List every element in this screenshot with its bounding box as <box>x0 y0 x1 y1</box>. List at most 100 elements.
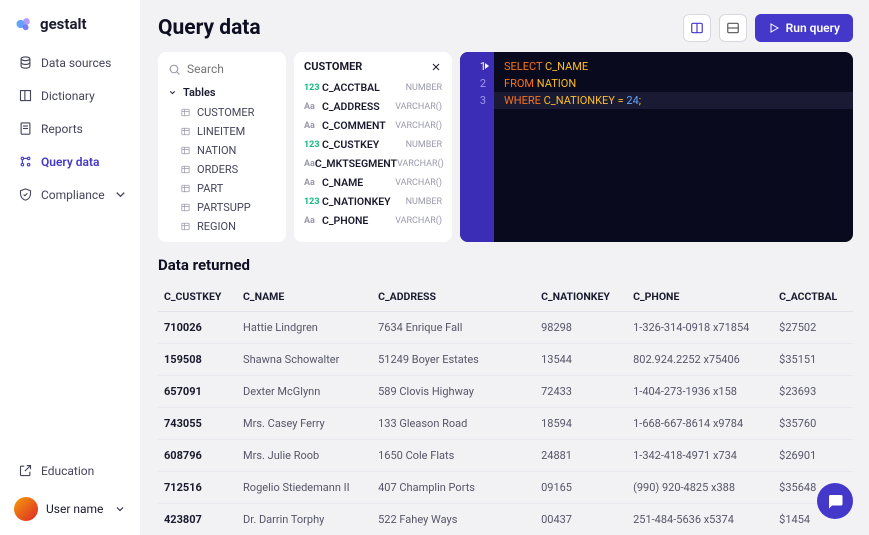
table-item[interactable]: REGION <box>158 217 286 236</box>
table-icon <box>180 126 191 137</box>
table-item[interactable]: CUSTOMER <box>158 103 286 122</box>
table-item[interactable]: LINEITEM <box>158 122 286 141</box>
cell: 00437 <box>535 504 627 535</box>
table-row[interactable]: 608796Mrs. Julie Roob1650 Cole Flats2488… <box>158 440 853 472</box>
column-row[interactable]: 123C_CUSTKEYNUMBER <box>294 135 452 154</box>
table-name: REGION <box>197 220 236 233</box>
results-table: C_CUSTKEY C_NAME C_ADDRESS C_NATIONKEY C… <box>158 282 853 535</box>
column-name: C_PHONE <box>322 214 395 227</box>
chat-fab[interactable] <box>817 483 853 519</box>
layout-split-button[interactable] <box>683 14 711 42</box>
table-icon <box>180 107 191 118</box>
cell: 251-484-5636 x5374 <box>627 504 773 535</box>
cell: 98298 <box>535 312 627 344</box>
cell: 608796 <box>158 440 237 472</box>
cell: 1-668-667-8614 x9784 <box>627 408 773 440</box>
user-name: User name <box>46 502 103 516</box>
nav-label: Query data <box>41 155 99 169</box>
code-area[interactable]: SELECT C_NAME FROM NATION WHERE C_NATION… <box>494 52 853 242</box>
user-menu[interactable]: User name <box>10 489 130 521</box>
cell: 710026 <box>158 312 237 344</box>
sql-keyword: WHERE <box>504 94 541 107</box>
shield-icon <box>18 187 33 202</box>
button-label: Run query <box>786 21 840 35</box>
line-gutter: 1 2 3 <box>460 52 494 242</box>
cell: $35760 <box>773 408 853 440</box>
cell: 802.924.2252 x75406 <box>627 344 773 376</box>
columns-header: CUSTOMER <box>294 58 452 78</box>
cell: $27502 <box>773 312 853 344</box>
column-name: C_MKTSEGMENT <box>315 157 397 170</box>
close-icon[interactable] <box>430 61 442 73</box>
type-icon: Aa <box>304 102 322 112</box>
table-item[interactable]: ORDERS <box>158 160 286 179</box>
line-number: 2 <box>468 75 486 92</box>
data-returned-heading: Data returned <box>158 256 853 274</box>
tables-tree-toggle[interactable]: Tables <box>158 82 286 103</box>
col-header[interactable]: C_NATIONKEY <box>535 282 627 312</box>
line-number: 1 <box>468 58 486 75</box>
table-item[interactable]: PART <box>158 179 286 198</box>
col-header[interactable]: C_PHONE <box>627 282 773 312</box>
column-name: C_ADDRESS <box>322 100 395 113</box>
column-row[interactable]: 123C_ACCTBALNUMBER <box>294 78 452 97</box>
cell: 1-342-418-4971 x734 <box>627 440 773 472</box>
selected-table-name: CUSTOMER <box>304 60 362 73</box>
table-row[interactable]: 710026Hattie Lindgren7634 Enrique Fall98… <box>158 312 853 344</box>
column-row[interactable]: AaC_MKTSEGMENTVARCHAR() <box>294 154 452 173</box>
col-header[interactable]: C_ADDRESS <box>372 282 535 312</box>
document-icon <box>18 121 33 136</box>
nav-dictionary[interactable]: Dictionary <box>10 81 130 110</box>
cell: 1-326-314-0918 x71854 <box>627 312 773 344</box>
chevron-down-icon <box>113 187 128 202</box>
cell: $26901 <box>773 440 853 472</box>
nav-label: Data sources <box>41 56 111 70</box>
results-scroll[interactable]: C_CUSTKEY C_NAME C_ADDRESS C_NATIONKEY C… <box>158 282 853 535</box>
column-row[interactable]: AaC_PHONEVARCHAR() <box>294 211 452 230</box>
search-input[interactable] <box>187 62 257 76</box>
col-header[interactable]: C_CUSTKEY <box>158 282 237 312</box>
brand-logo: gestalt <box>10 14 130 44</box>
query-icon <box>18 154 33 169</box>
sql-editor[interactable]: 1 2 3 SELECT C_NAME FROM NATION WHERE C_… <box>460 52 853 242</box>
table-item[interactable]: NATION <box>158 141 286 160</box>
column-datatype: VARCHAR() <box>395 216 442 226</box>
columns-panel: CUSTOMER 123C_ACCTBALNUMBERAaC_ADDRESSVA… <box>294 52 452 242</box>
nav-label: Education <box>41 464 94 478</box>
logo-icon <box>14 14 34 34</box>
main-content: Query data Run query <box>140 0 869 535</box>
cell: 589 Clovis Highway <box>372 376 535 408</box>
nav-education[interactable]: Education <box>10 456 130 485</box>
table-item[interactable]: PARTSUPP <box>158 198 286 217</box>
book-icon <box>18 88 33 103</box>
table-row[interactable]: 743055Mrs. Casey Ferry133 Gleason Road18… <box>158 408 853 440</box>
col-header[interactable]: C_ACCTBAL <box>773 282 853 312</box>
column-row[interactable]: AaC_NAMEVARCHAR() <box>294 173 452 192</box>
table-row[interactable]: 423807Dr. Darrin Torphy522 Fahey Ways004… <box>158 504 853 535</box>
database-icon <box>18 55 33 70</box>
column-row[interactable]: AaC_COMMENTVARCHAR() <box>294 116 452 135</box>
column-row[interactable]: AaC_ADDRESSVARCHAR() <box>294 97 452 116</box>
query-panels: Tables CUSTOMERLINEITEMNATIONORDERSPARTP… <box>158 52 853 242</box>
table-row[interactable]: 159508Shawna Schowalter51249 Boyer Estat… <box>158 344 853 376</box>
avatar <box>14 497 38 521</box>
search-box[interactable] <box>158 60 286 82</box>
sql-punct: ; <box>639 94 641 107</box>
col-header[interactable]: C_NAME <box>237 282 372 312</box>
column-name: C_ACCTBAL <box>322 81 406 94</box>
nav-query-data[interactable]: Query data <box>10 147 130 176</box>
nav-reports[interactable]: Reports <box>10 114 130 143</box>
type-icon: Aa <box>304 159 315 169</box>
table-row[interactable]: 657091Dexter McGlynn589 Clovis Highway72… <box>158 376 853 408</box>
column-row[interactable]: 123C_NATIONKEYNUMBER <box>294 192 452 211</box>
chevron-down-icon <box>168 88 177 97</box>
layout-stack-button[interactable] <box>719 14 747 42</box>
cell: 51249 Boyer Estates <box>372 344 535 376</box>
nav-compliance[interactable]: Compliance <box>10 180 130 209</box>
cell: Rogelio Stiedemann II <box>237 472 372 504</box>
run-query-button[interactable]: Run query <box>755 14 853 42</box>
table-row[interactable]: 712516Rogelio Stiedemann II407 Champlin … <box>158 472 853 504</box>
nav-data-sources[interactable]: Data sources <box>10 48 130 77</box>
header-actions: Run query <box>683 14 853 42</box>
cell: Dexter McGlynn <box>237 376 372 408</box>
